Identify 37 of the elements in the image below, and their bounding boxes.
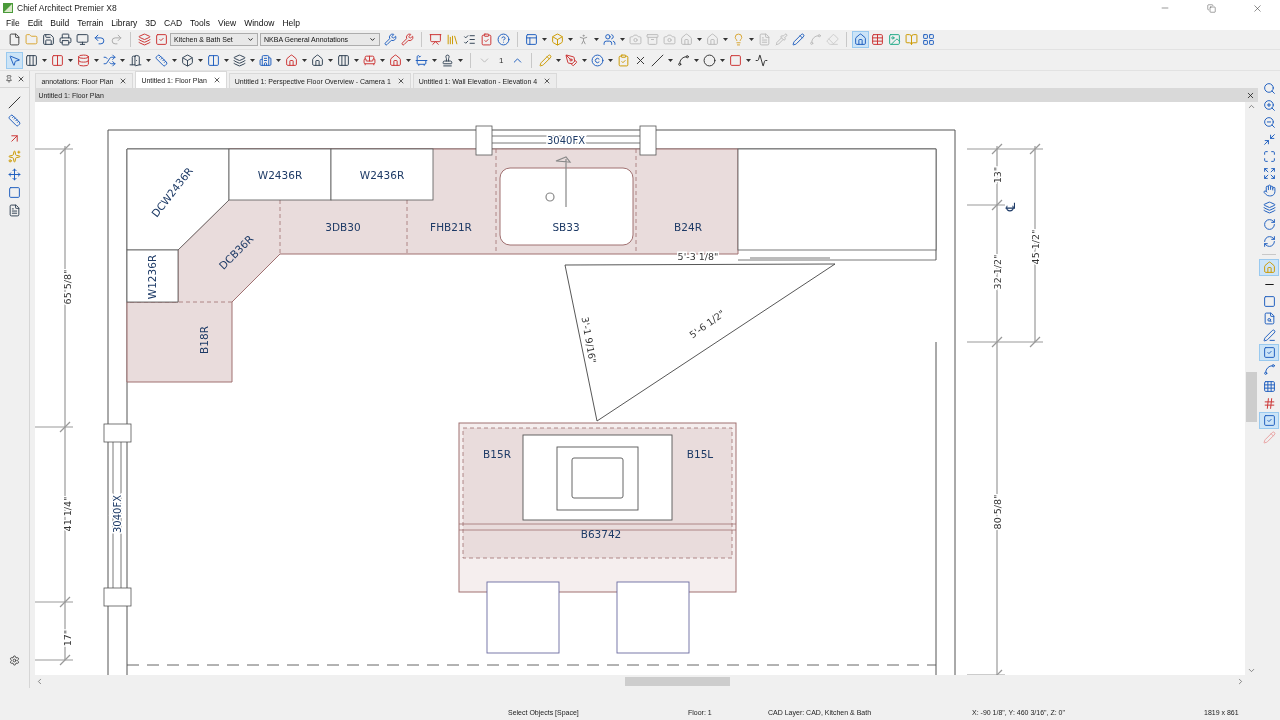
- window-label: 3040FX: [547, 134, 586, 146]
- dimension-label: 13": [991, 166, 1003, 184]
- cabinet-label: W1236R: [146, 254, 159, 300]
- cabinet-label: B24R: [674, 221, 703, 233]
- centerline-mark: ℄: [1002, 202, 1018, 212]
- cabinet-label: SB33: [552, 221, 581, 233]
- menu-item[interactable]: Terrain: [73, 18, 108, 28]
- cabinet-label: W2436R: [360, 169, 405, 181]
- dimension-label: 3'-1 9/16": [579, 315, 599, 365]
- cabinet-label: FHB21R: [430, 221, 473, 233]
- cabinet-label: B63742: [581, 528, 622, 540]
- menu-item[interactable]: Tools: [186, 18, 214, 28]
- cabinet-label: W2436R: [258, 169, 303, 181]
- dimension-label: 32 1/2": [991, 254, 1003, 290]
- menu-item[interactable]: CAD: [160, 18, 187, 28]
- dimension-label: 5'-3 1/8": [678, 250, 719, 262]
- dimension-label: 80 5/8": [991, 494, 1003, 530]
- menu-item[interactable]: View: [213, 18, 241, 28]
- menu-item[interactable]: Window: [240, 18, 279, 28]
- menu-item[interactable]: Edit: [23, 18, 47, 28]
- dimension-label: 5'-6 1/2": [687, 307, 728, 341]
- menu-item[interactable]: 3D: [141, 18, 161, 28]
- cabinet-label: 3DB30: [325, 221, 362, 233]
- floor-number: 1: [499, 55, 504, 65]
- menu-item[interactable]: Build: [46, 18, 74, 28]
- dimension-label: 17": [61, 629, 73, 647]
- window-title: Chief Architect Premier X8: [17, 3, 118, 13]
- cabinet-label: B15R: [483, 448, 512, 460]
- window-label: 3040FX: [111, 494, 123, 534]
- menu-item[interactable]: Library: [107, 18, 142, 28]
- menu-item[interactable]: Help: [278, 18, 304, 28]
- dimension-label: 65 5/8": [61, 269, 73, 305]
- menu-item[interactable]: File: [2, 18, 24, 28]
- cabinet-label: B18R: [198, 326, 211, 354]
- dimension-label: 41 1/4": [61, 496, 73, 532]
- cabinet-label: B15L: [687, 448, 714, 460]
- dimension-label: 45 1/2": [1029, 229, 1041, 265]
